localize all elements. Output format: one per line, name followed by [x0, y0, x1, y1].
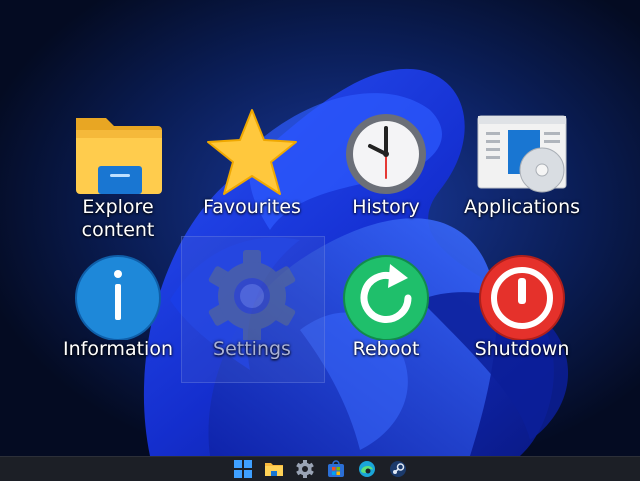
tile-favourites[interactable]: Favourites — [187, 108, 317, 236]
reboot-icon — [336, 250, 436, 340]
tile-label: History — [352, 196, 420, 218]
clock-icon — [336, 108, 436, 198]
edge-icon[interactable] — [356, 458, 378, 480]
info-icon — [68, 250, 168, 340]
tile-applications[interactable]: Applications — [457, 108, 587, 236]
store-icon[interactable] — [325, 458, 347, 480]
power-icon — [472, 250, 572, 340]
tile-label: Favourites — [203, 196, 301, 218]
tile-label: Reboot — [352, 338, 420, 360]
tile-history[interactable]: History — [321, 108, 451, 236]
tile-label: Shutdown — [474, 338, 570, 360]
star-icon — [202, 108, 302, 198]
tile-label: Information — [63, 338, 173, 360]
settings-icon[interactable] — [294, 458, 316, 480]
steam-icon[interactable] — [387, 458, 409, 480]
tile-label: Settings — [213, 338, 291, 360]
tile-settings[interactable]: Settings — [187, 250, 317, 378]
windows-start-icon[interactable] — [232, 458, 254, 480]
tile-shutdown[interactable]: Shutdown — [457, 250, 587, 378]
tile-reboot[interactable]: Reboot — [321, 250, 451, 378]
tile-information[interactable]: Information — [53, 250, 183, 378]
applications-icon — [472, 108, 572, 198]
file-explorer-icon[interactable] — [263, 458, 285, 480]
taskbar — [0, 456, 640, 481]
tile-explore-content[interactable]: Explore content — [53, 108, 183, 241]
tile-label: Applications — [463, 196, 581, 218]
tile-label: Explore content — [81, 196, 155, 241]
gear-icon — [202, 250, 302, 340]
folder-icon — [68, 108, 168, 198]
